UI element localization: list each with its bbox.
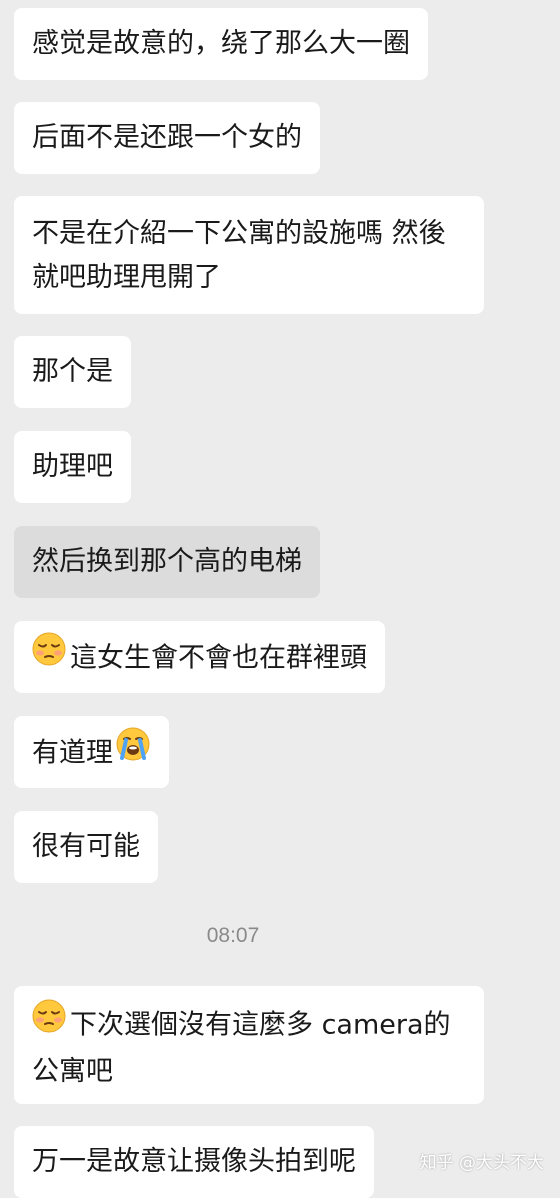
message-text: 不是在介紹一下公寓的設施嗎 然後就吧助理甩開了 [32, 218, 446, 293]
pensive-face-icon [32, 632, 66, 680]
message-text: 助理吧 [32, 451, 113, 482]
message-timestamp: 08:07 [206, 924, 260, 947]
message-text: 万一是故意让摄像头拍到呢 [32, 1146, 356, 1177]
message-text: 后面不是还跟一个女的 [32, 122, 302, 153]
message-text: 很有可能 [32, 831, 140, 862]
message-bubble[interactable]: 下次選個沒有這麼多 camera的公寓吧 [14, 986, 484, 1104]
message-bubble[interactable]: 万一是故意让摄像头拍到呢 [14, 1126, 374, 1198]
message-bubble[interactable]: 那个是 [14, 336, 131, 408]
message-bubble[interactable]: 很有可能 [14, 811, 158, 883]
message-bubble[interactable]: 感觉是故意的，绕了那么大一圈 [14, 8, 428, 80]
message-bubble[interactable]: 后面不是还跟一个女的 [14, 102, 320, 174]
zhihu-watermark: 知乎 @大头不大 [419, 1153, 544, 1173]
message-bubble[interactable]: 助理吧 [14, 431, 131, 503]
message-text: 然后换到那个高的电梯 [32, 546, 302, 577]
message-text: 感觉是故意的，绕了那么大一圈 [32, 28, 410, 59]
loudly-crying-face-icon [115, 727, 151, 775]
message-bubble[interactable]: 有道理 [14, 716, 169, 788]
message-bubble[interactable]: 不是在介紹一下公寓的設施嗎 然後就吧助理甩開了 [14, 196, 484, 314]
message-text: 有道理 [32, 737, 113, 769]
pensive-face-icon [32, 999, 66, 1047]
message-text: 這女生會不會也在群裡頭 [70, 642, 367, 674]
message-text: 那个是 [32, 356, 113, 387]
message-text: 下次選個沒有這麼多 camera的公寓吧 [32, 1009, 451, 1088]
message-bubble[interactable]: 然后换到那个高的电梯 [14, 526, 320, 598]
chat-message-list[interactable]: 感觉是故意的，绕了那么大一圈 后面不是还跟一个女的 不是在介紹一下公寓的設施嗎 … [0, 0, 560, 1198]
message-bubble[interactable]: 這女生會不會也在群裡頭 [14, 621, 385, 693]
